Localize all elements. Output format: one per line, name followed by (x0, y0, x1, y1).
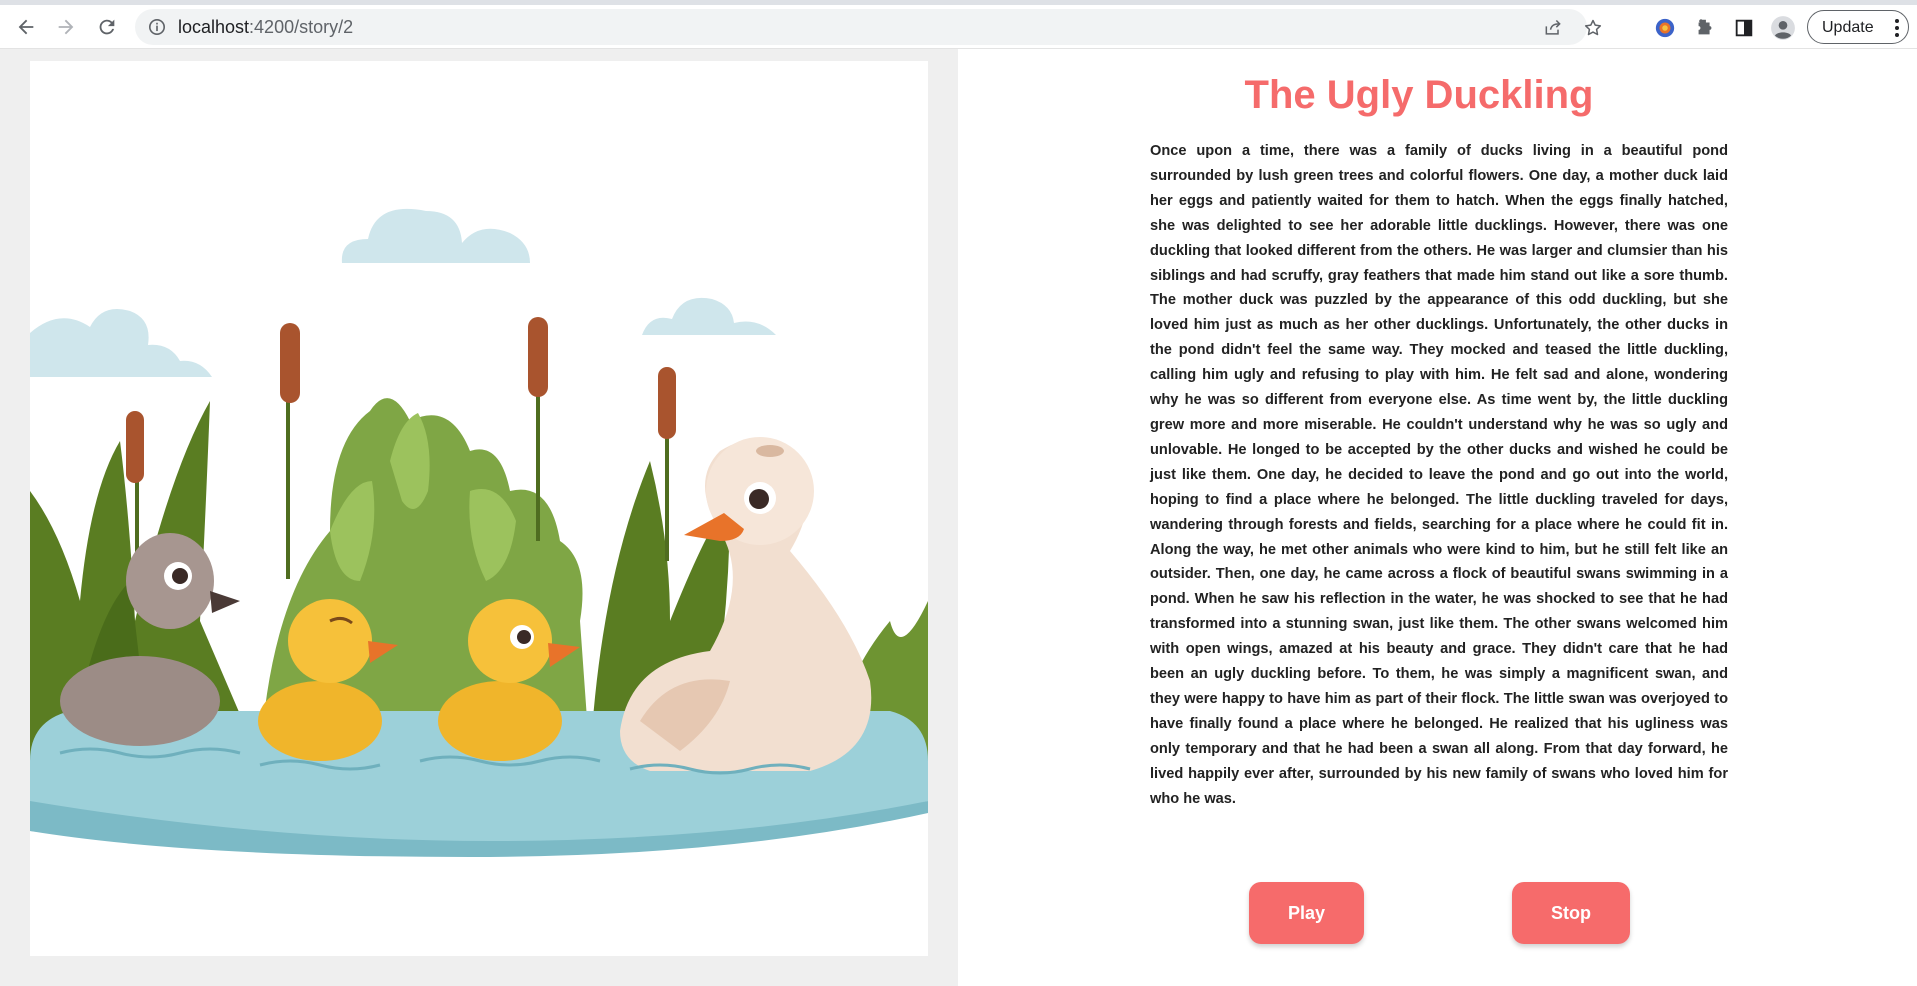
address-bar[interactable]: localhost:4200/story/2 (135, 9, 1602, 45)
forward-arrow-icon (58, 19, 74, 35)
story-text: Once upon a time, there was a family of … (1150, 143, 1728, 807)
extension-circle-icon[interactable] (1650, 13, 1680, 43)
profile-icon[interactable] (1768, 13, 1798, 43)
back-arrow-icon (18, 19, 34, 35)
update-button[interactable]: Update (1807, 10, 1909, 44)
url-path: :4200/story/2 (249, 17, 354, 37)
puzzle-icon[interactable] (1690, 13, 1720, 43)
url-host: localhost (178, 17, 250, 37)
story-title: The Ugly Duckling (1244, 73, 1594, 117)
cloud-shape (30, 208, 776, 377)
play-button[interactable]: Play (1249, 882, 1364, 944)
forward-button[interactable] (50, 11, 82, 43)
kebab-menu-icon[interactable] (1894, 18, 1900, 38)
illustration-pane (0, 49, 958, 986)
side-panel-icon[interactable] (1729, 13, 1759, 43)
reload-icon (99, 19, 115, 35)
reload-button[interactable] (91, 11, 123, 43)
story-pane: The Ugly Duckling Once upon a time, ther… (958, 49, 1917, 986)
browser-toolbar: localhost:4200/story/2 Update (0, 5, 1917, 49)
stop-button[interactable]: Stop (1512, 882, 1630, 944)
url-text[interactable]: localhost:4200/story/2 (178, 17, 353, 37)
info-icon[interactable] (147, 17, 167, 37)
back-button[interactable] (10, 11, 42, 43)
star-icon[interactable] (1580, 15, 1606, 41)
share-icon[interactable] (1540, 15, 1566, 41)
story-illustration (30, 61, 928, 956)
update-label: Update (1822, 19, 1874, 36)
